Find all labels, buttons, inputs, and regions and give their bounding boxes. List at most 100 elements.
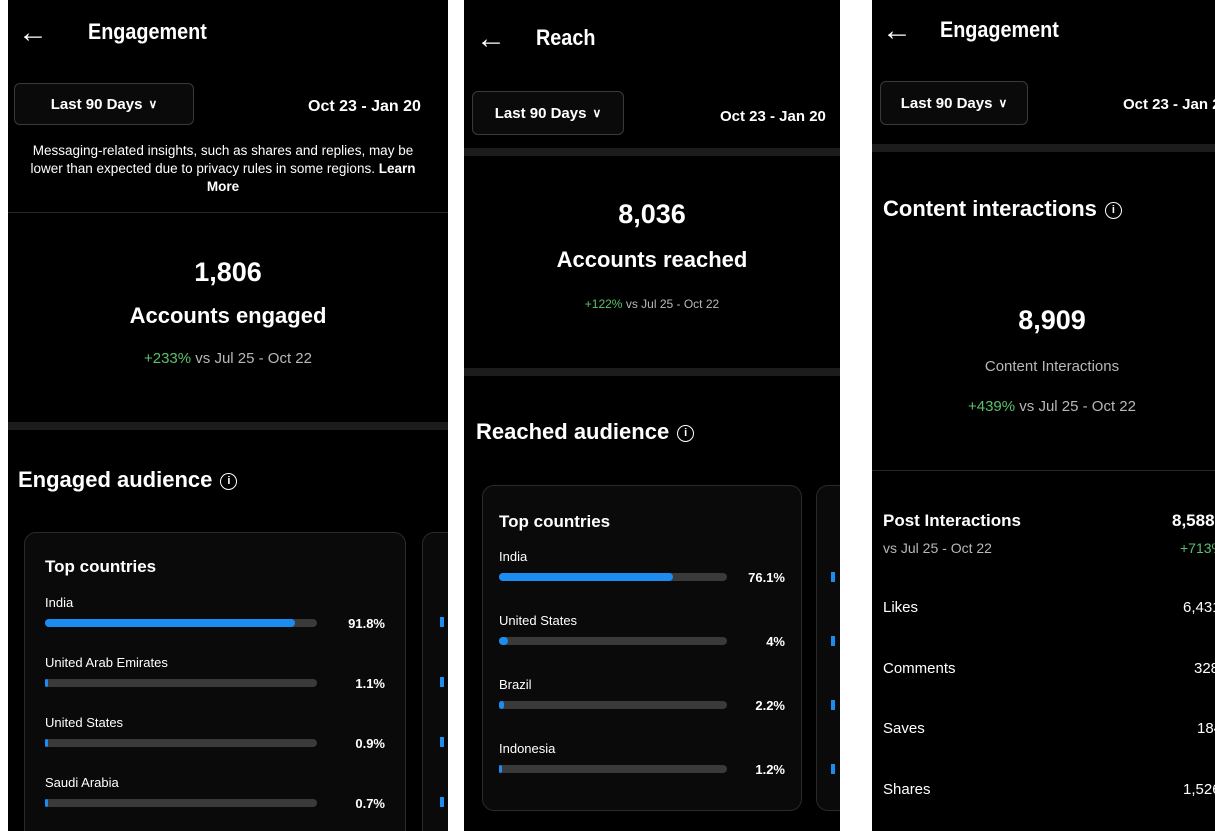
change-percent: +439% xyxy=(967,398,1016,415)
section-separator xyxy=(464,148,840,156)
period-dropdown-label: Last 90 Days xyxy=(900,94,993,112)
info-icon[interactable]: i xyxy=(1104,201,1122,219)
content-interactions-screen: ← Engagement Last 90 Days ∨ Oct 23 - Jan… xyxy=(872,0,1215,831)
saves-value: 184 xyxy=(1197,720,1215,737)
section-title: Engaged audience i xyxy=(18,467,238,493)
country-bar-track xyxy=(45,619,317,627)
country-bar-fill xyxy=(45,619,295,627)
section-title-text: Content interactions xyxy=(883,196,1097,221)
country-bar-track xyxy=(499,765,727,773)
back-arrow-icon[interactable]: ← xyxy=(18,18,48,48)
country-bar-fill xyxy=(45,799,48,807)
comments-label: Comments xyxy=(883,660,956,677)
country-name: United States xyxy=(45,715,124,730)
country-bar-fill xyxy=(499,637,508,645)
peek-bar xyxy=(831,572,835,582)
country-percent: 0.7% xyxy=(355,796,385,811)
peek-bar xyxy=(440,737,444,747)
country-bar-track xyxy=(45,679,317,687)
period-dropdown-label: Last 90 Days xyxy=(494,104,587,122)
top-countries-card: Top countries India 76.1% United States 4% B… xyxy=(482,485,802,811)
country-bar-fill xyxy=(499,701,504,709)
top-countries-card: Top countries India 91.8% United Arab Emir… xyxy=(24,532,406,831)
next-card-peek[interactable] xyxy=(422,532,448,831)
likes-label: Likes xyxy=(883,599,919,616)
section-title-text: Engaged audience xyxy=(18,467,213,492)
change-percent: +233% xyxy=(143,350,192,367)
period-dropdown[interactable]: Last 90 Days ∨ xyxy=(880,81,1028,125)
divider xyxy=(872,470,1215,471)
metric-value: 8,036 xyxy=(618,199,686,229)
country-percent: 2.2% xyxy=(755,698,785,713)
shares-label: Shares xyxy=(883,781,931,798)
country-name: India xyxy=(45,595,74,610)
metric-change: +439% vs Jul 25 - Oct 22 xyxy=(872,398,1215,415)
privacy-notice-text: Messaging-related insights, such as shar… xyxy=(30,143,414,176)
country-percent: 91.8% xyxy=(348,616,385,631)
peek-bar xyxy=(831,700,835,710)
section-separator xyxy=(464,368,840,376)
section-title-text: Reached audience xyxy=(476,419,670,444)
section-separator xyxy=(8,422,448,430)
post-interactions-period: vs Jul 25 - Oct 22 xyxy=(883,540,992,556)
country-name: United Arab Emirates xyxy=(45,655,168,670)
country-bar-track xyxy=(45,739,317,747)
chevron-down-icon: ∨ xyxy=(998,96,1008,110)
metric-label: Accounts reached xyxy=(556,247,748,272)
privacy-notice: Messaging-related insights, such as shar… xyxy=(30,142,416,196)
section-title: Reached audience i xyxy=(476,419,695,445)
country-name: Indonesia xyxy=(499,741,556,756)
country-bar-track xyxy=(45,799,317,807)
period-dropdown[interactable]: Last 90 Days ∨ xyxy=(472,91,624,135)
country-bar-fill xyxy=(45,739,48,747)
country-name: India xyxy=(499,549,528,564)
country-bar-fill xyxy=(499,765,502,773)
peek-bar xyxy=(831,764,835,774)
peek-bar xyxy=(831,636,835,646)
card-title: Top countries xyxy=(499,512,611,531)
change-percent: +122% xyxy=(584,297,623,311)
chevron-down-icon: ∨ xyxy=(592,106,602,120)
change-period: vs Jul 25 - Oct 22 xyxy=(195,350,312,367)
section-separator xyxy=(872,144,1215,152)
info-icon[interactable]: i xyxy=(220,472,238,490)
page-title: Engagement xyxy=(940,17,1059,42)
country-bar-track xyxy=(499,701,727,709)
comments-value: 328 xyxy=(1194,660,1215,677)
post-interactions-label: Post Interactions xyxy=(883,511,1021,530)
country-percent: 1.1% xyxy=(355,676,385,691)
back-arrow-icon[interactable]: ← xyxy=(476,24,506,54)
country-percent: 4% xyxy=(766,634,785,649)
engagement-screen: ← Engagement Last 90 Days ∨ Oct 23 - Jan… xyxy=(8,0,448,831)
country-name: United States xyxy=(499,613,578,628)
peek-bar xyxy=(440,617,444,627)
metric-label: Accounts engaged xyxy=(129,303,327,328)
reach-screen: ← Reach Last 90 Days ∨ Oct 23 - Jan 20 8… xyxy=(464,0,840,831)
section-title: Content interactions i xyxy=(883,196,1122,222)
peek-bar xyxy=(440,677,444,687)
change-period: vs Jul 25 - Oct 22 xyxy=(1019,398,1136,415)
date-range: Oct 23 - Jan 20 xyxy=(720,108,826,125)
post-interactions-value: 8,588 xyxy=(1172,511,1215,530)
period-dropdown[interactable]: Last 90 Days ∨ xyxy=(14,83,194,125)
next-card-peek[interactable] xyxy=(816,485,840,811)
metric-change: +233% vs Jul 25 - Oct 22 xyxy=(8,350,448,367)
metric-label: Content Interactions xyxy=(984,358,1120,375)
metric-change: +122% vs Jul 25 - Oct 22 xyxy=(464,297,840,311)
post-interactions-change: +713% xyxy=(1180,540,1215,556)
period-dropdown-label: Last 90 Days xyxy=(50,95,143,113)
shares-value: 1,526 xyxy=(1183,781,1215,798)
country-bar-track xyxy=(499,573,727,581)
country-bar-fill xyxy=(45,679,48,687)
country-bar-fill xyxy=(499,573,673,581)
page-title: Reach xyxy=(536,25,596,50)
metric-value: 1,806 xyxy=(194,257,262,287)
saves-label: Saves xyxy=(883,720,925,737)
country-bar-track xyxy=(499,637,727,645)
info-icon[interactable]: i xyxy=(677,424,695,442)
country-name: Saudi Arabia xyxy=(45,775,119,790)
back-arrow-icon[interactable]: ← xyxy=(882,16,912,46)
card-title: Top countries xyxy=(45,557,157,576)
country-percent: 0.9% xyxy=(355,736,385,751)
divider xyxy=(8,212,448,213)
